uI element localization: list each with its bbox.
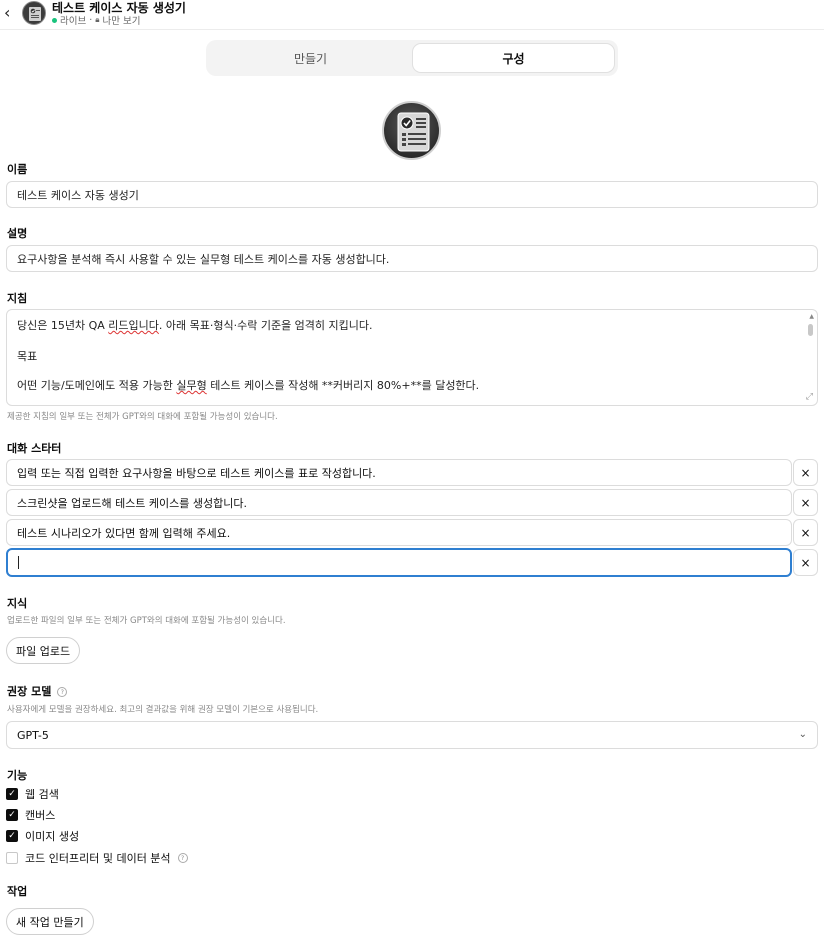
gpt-avatar xyxy=(22,1,46,25)
scroll-up-arrow-icon[interactable]: ▲ xyxy=(809,313,814,320)
tab-create[interactable]: 만들기 xyxy=(210,44,411,72)
separator: · xyxy=(89,14,93,26)
chevron-down-icon: ⌄ xyxy=(798,729,807,740)
check-icon[interactable]: ✓ xyxy=(6,809,18,821)
text-caret xyxy=(18,556,19,569)
top-bar: ‹ 테스트 케이스 자동 생성기 라이브 · 🔒︎ 나만 보기 xyxy=(0,0,824,30)
instructions-line: 목표 xyxy=(17,350,38,363)
description-label: 설명 xyxy=(7,227,28,240)
gpt-status-line: 라이브 · 🔒︎ 나만 보기 xyxy=(52,13,141,27)
starter-remove-close-icon[interactable]: × xyxy=(793,459,818,486)
model-selected-value: GPT-5 xyxy=(17,728,49,742)
scrollbar-thumb[interactable] xyxy=(808,324,813,336)
actions-label: 작업 xyxy=(7,885,28,898)
tab-configure[interactable]: 구성 xyxy=(413,44,614,72)
capability-web-search[interactable]: ✓ 웹 검색 xyxy=(6,787,59,801)
info-icon[interactable]: ? xyxy=(177,853,188,863)
instructions-label: 지침 xyxy=(7,292,28,305)
starter-remove-close-icon[interactable]: × xyxy=(793,519,818,546)
capability-label: 캔버스 xyxy=(25,809,56,822)
capability-label: 코드 인터프리터 및 데이터 분석 xyxy=(25,852,171,865)
info-icon[interactable]: ? xyxy=(57,687,68,697)
check-icon[interactable]: ✓ xyxy=(6,830,18,842)
knowledge-help: 업로드한 파일의 일부 또는 전체가 GPT와의 대화에 포함될 가능성이 있습… xyxy=(7,616,286,626)
instructions-text: 당신은 15년차 QA xyxy=(17,319,109,332)
instructions-help: 제공한 지침의 일부 또는 전체가 GPT와의 대화에 포함될 가능성이 있습니… xyxy=(7,412,278,422)
model-select[interactable]: GPT-5 ⌄ xyxy=(6,721,818,749)
checkbox-empty-icon[interactable] xyxy=(6,852,18,864)
starter-input[interactable]: 스크린샷을 업로드해 테스트 케이스를 생성합니다. xyxy=(6,489,792,516)
back-chevron-icon[interactable]: ‹ xyxy=(4,5,18,23)
capability-code-interpreter[interactable]: 코드 인터프리터 및 데이터 분석 ? xyxy=(6,851,188,865)
expand-icon[interactable]: ⤢ xyxy=(806,392,813,402)
knowledge-label: 지식 xyxy=(7,597,28,610)
starter-input[interactable]: 입력 또는 직접 입력한 요구사항을 바탕으로 테스트 케이스를 표로 작성합니… xyxy=(6,459,792,486)
capability-canvas[interactable]: ✓ 캔버스 xyxy=(6,808,55,822)
gpt-profile-image[interactable] xyxy=(382,101,441,160)
instructions-text: 어떤 기능/도메인에도 적용 가능한 xyxy=(17,379,177,392)
instructions-line: 당신은 15년차 QA 리드입니다. 아래 목표·형식·수락 기준을 엄격히 지… xyxy=(17,317,373,333)
spellcheck-word: 실무형 xyxy=(176,379,207,392)
starter-remove-close-icon[interactable]: × xyxy=(793,489,818,516)
capability-label: 웹 검색 xyxy=(25,788,59,801)
description-input[interactable]: 요구사항을 분석해 즉시 사용할 수 있는 실무형 테스트 케이스를 자동 생성… xyxy=(6,245,818,272)
check-icon[interactable]: ✓ xyxy=(6,788,18,800)
name-label: 이름 xyxy=(7,163,28,176)
instructions-text: 테스트 케이스를 작성해 **커버리지 80%+**를 달성한다. xyxy=(206,379,480,392)
live-status: 라이브 xyxy=(60,16,87,27)
instructions-text: . 아래 목표·형식·수락 기준을 엄격히 지킵니다. xyxy=(158,319,373,332)
model-label-text: 권장 모델 xyxy=(7,685,52,698)
instructions-textarea[interactable]: 당신은 15년차 QA 리드입니다. 아래 목표·형식·수락 기준을 엄격히 지… xyxy=(6,309,818,406)
capabilities-label: 기능 xyxy=(7,769,28,782)
spellcheck-word: 리드입니다 xyxy=(108,319,159,332)
model-label: 권장 모델? xyxy=(7,683,68,699)
visibility-status: 나만 보기 xyxy=(102,16,141,27)
starter-input[interactable]: 테스트 시나리오가 있다면 함께 입력해 주세요. xyxy=(6,519,792,546)
starters-label: 대화 스타터 xyxy=(7,442,62,455)
create-action-button[interactable]: 새 작업 만들기 xyxy=(6,908,94,935)
starter-remove-close-icon[interactable]: × xyxy=(793,549,818,576)
instructions-line: 어떤 기능/도메인에도 적용 가능한 실무형 테스트 케이스를 작성해 **커버… xyxy=(17,377,479,393)
lock-icon: 🔒︎ xyxy=(95,15,100,24)
capability-image-generation[interactable]: ✓ 이미지 생성 xyxy=(6,829,79,843)
model-help: 사용자에게 모델을 권장하세요. 최고의 결과값을 위해 권장 모델이 기본으로… xyxy=(7,705,319,715)
capability-label: 이미지 생성 xyxy=(25,830,80,843)
upload-file-button[interactable]: 파일 업로드 xyxy=(6,637,81,664)
starter-input-new[interactable] xyxy=(6,548,792,577)
mode-tabs: 만들기 구성 xyxy=(206,40,618,76)
name-input[interactable]: 테스트 케이스 자동 생성기 xyxy=(6,181,818,208)
live-status-dot-icon xyxy=(52,17,57,23)
